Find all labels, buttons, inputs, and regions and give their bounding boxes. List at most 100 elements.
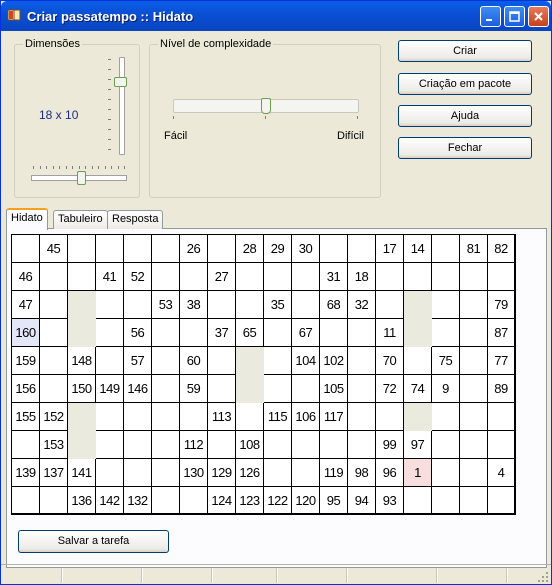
empty-cell[interactable] (236, 403, 264, 431)
given-cell[interactable]: 60 (180, 347, 208, 375)
given-cell[interactable]: 59 (180, 375, 208, 403)
given-cell[interactable]: 159 (12, 347, 40, 375)
empty-cell[interactable] (348, 347, 376, 375)
empty-cell[interactable] (320, 319, 348, 347)
given-cell[interactable]: 38 (180, 291, 208, 319)
given-cell[interactable]: 126 (236, 459, 264, 487)
given-cell[interactable]: 122 (264, 487, 292, 514)
empty-cell[interactable] (404, 263, 432, 291)
empty-cell[interactable] (376, 291, 404, 319)
empty-cell[interactable] (152, 235, 180, 263)
empty-cell[interactable] (348, 431, 376, 459)
empty-cell[interactable] (264, 459, 292, 487)
empty-cell[interactable] (152, 431, 180, 459)
empty-cell[interactable] (292, 263, 320, 291)
given-cell[interactable]: 27 (208, 263, 236, 291)
given-cell[interactable]: 56 (124, 319, 152, 347)
rows-slider-thumb[interactable] (114, 77, 127, 87)
empty-cell[interactable] (180, 403, 208, 431)
given-cell[interactable]: 14 (404, 235, 432, 263)
empty-cell[interactable] (124, 459, 152, 487)
empty-cell[interactable] (348, 403, 376, 431)
given-cell[interactable]: 52 (124, 263, 152, 291)
empty-cell[interactable] (292, 459, 320, 487)
empty-cell[interactable] (152, 459, 180, 487)
empty-cell[interactable] (404, 487, 432, 514)
empty-cell[interactable] (124, 403, 152, 431)
given-cell[interactable]: 30 (292, 235, 320, 263)
empty-cell[interactable] (404, 347, 432, 375)
given-cell[interactable]: 97 (404, 431, 432, 459)
minimize-button[interactable] (480, 6, 501, 27)
given-cell[interactable]: 45 (40, 235, 68, 263)
given-cell[interactable]: 105 (320, 375, 348, 403)
empty-cell[interactable] (96, 291, 124, 319)
given-cell[interactable]: 95 (320, 487, 348, 514)
empty-cell[interactable] (488, 431, 515, 459)
given-cell[interactable]: 9 (432, 375, 460, 403)
given-cell[interactable]: 129 (208, 459, 236, 487)
given-cell[interactable]: 68 (320, 291, 348, 319)
given-cell[interactable]: 153 (40, 431, 68, 459)
empty-cell[interactable] (124, 431, 152, 459)
empty-cell[interactable] (460, 319, 488, 347)
empty-cell[interactable] (264, 431, 292, 459)
given-cell[interactable]: 132 (124, 487, 152, 514)
empty-cell[interactable] (12, 431, 40, 459)
close-window-button[interactable] (528, 6, 549, 27)
help-button[interactable]: Ajuda (398, 105, 532, 127)
empty-cell[interactable] (12, 235, 40, 263)
empty-cell[interactable] (460, 459, 488, 487)
empty-cell[interactable] (152, 375, 180, 403)
given-cell[interactable]: 120 (292, 487, 320, 514)
given-cell[interactable]: 148 (68, 347, 96, 375)
given-cell[interactable]: 94 (348, 487, 376, 514)
empty-cell[interactable] (432, 459, 460, 487)
given-cell[interactable]: 26 (180, 235, 208, 263)
empty-cell[interactable] (96, 403, 124, 431)
given-cell[interactable]: 156 (12, 375, 40, 403)
cols-slider-thumb[interactable] (77, 171, 86, 185)
empty-cell[interactable] (40, 375, 68, 403)
empty-cell[interactable] (264, 319, 292, 347)
given-cell[interactable]: 77 (488, 347, 515, 375)
given-cell[interactable]: 79 (488, 291, 515, 319)
title-bar[interactable]: Criar passatempo :: Hidato (1, 1, 551, 31)
given-cell[interactable]: 18 (348, 263, 376, 291)
empty-cell[interactable] (96, 431, 124, 459)
save-task-button[interactable]: Salvar a tarefa (18, 530, 169, 553)
given-cell[interactable]: 106 (292, 403, 320, 431)
given-cell[interactable]: 41 (96, 263, 124, 291)
given-cell[interactable]: 57 (124, 347, 152, 375)
empty-cell[interactable] (208, 347, 236, 375)
given-cell[interactable]: 65 (236, 319, 264, 347)
given-cell[interactable]: 99 (376, 431, 404, 459)
empty-cell[interactable] (460, 487, 488, 514)
given-cell[interactable]: 119 (320, 459, 348, 487)
empty-cell[interactable] (96, 319, 124, 347)
given-cell[interactable]: 1 (404, 459, 432, 487)
empty-cell[interactable] (40, 263, 68, 291)
empty-cell[interactable] (264, 263, 292, 291)
empty-cell[interactable] (264, 347, 292, 375)
empty-cell[interactable] (348, 235, 376, 263)
empty-cell[interactable] (348, 319, 376, 347)
given-cell[interactable]: 123 (236, 487, 264, 514)
empty-cell[interactable] (208, 431, 236, 459)
resize-grip-icon[interactable] (537, 571, 549, 583)
empty-cell[interactable] (292, 291, 320, 319)
empty-cell[interactable] (96, 235, 124, 263)
empty-cell[interactable] (68, 263, 96, 291)
empty-cell[interactable] (460, 403, 488, 431)
given-cell[interactable]: 81 (460, 235, 488, 263)
given-cell[interactable]: 75 (432, 347, 460, 375)
given-cell[interactable]: 29 (264, 235, 292, 263)
given-cell[interactable]: 112 (180, 431, 208, 459)
given-cell[interactable]: 89 (488, 375, 515, 403)
empty-cell[interactable] (40, 487, 68, 514)
empty-cell[interactable] (460, 431, 488, 459)
empty-cell[interactable] (460, 263, 488, 291)
complexity-slider-thumb[interactable] (261, 98, 271, 114)
given-cell[interactable]: 113 (208, 403, 236, 431)
empty-cell[interactable] (152, 263, 180, 291)
